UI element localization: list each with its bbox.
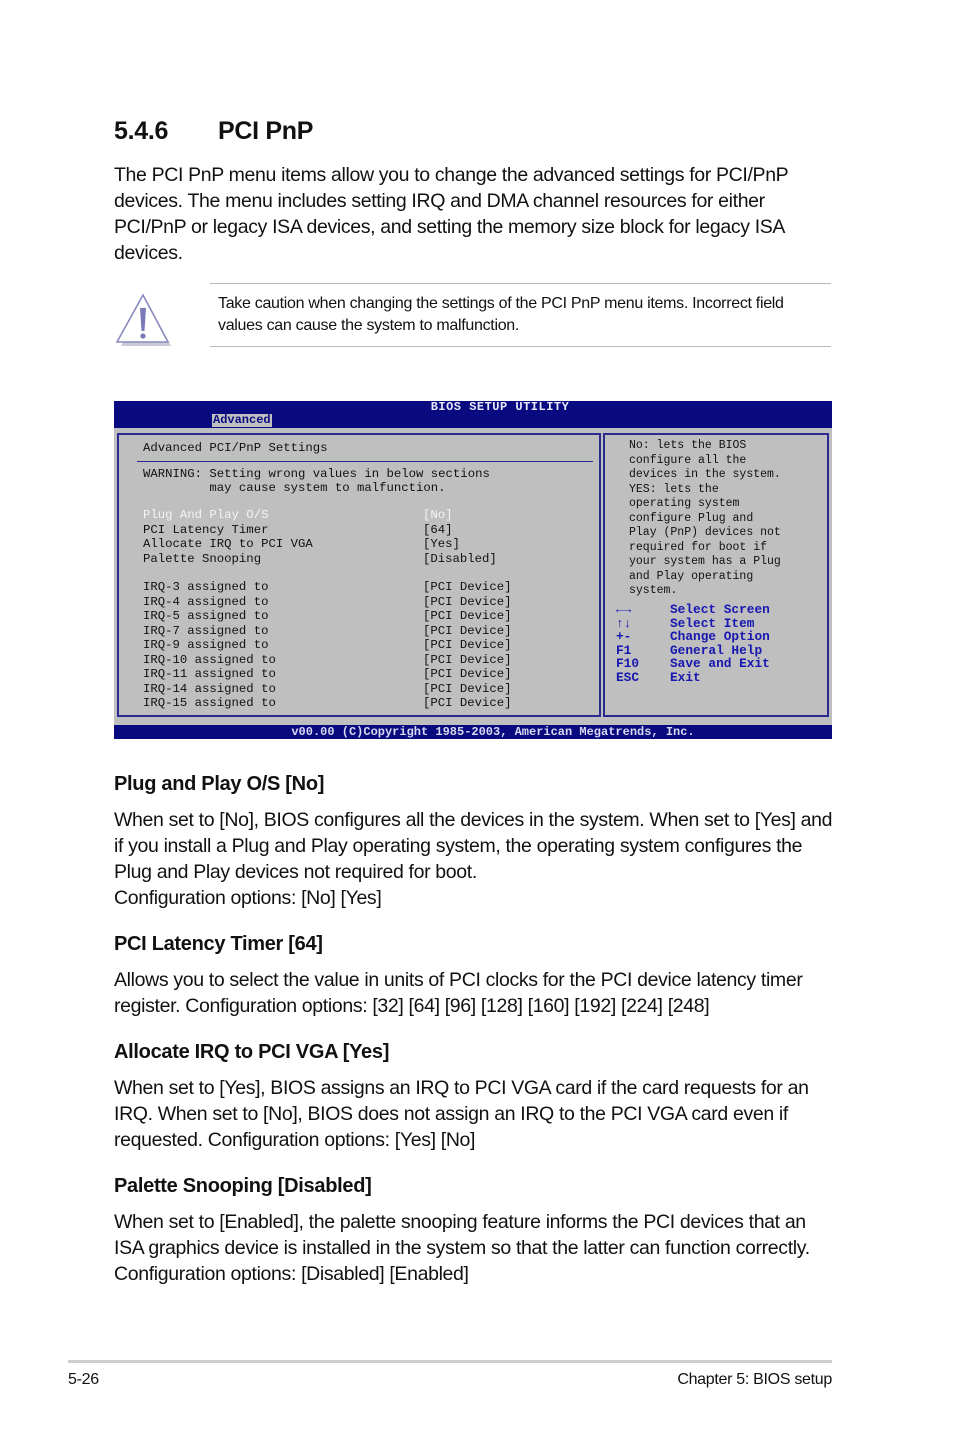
setting-value[interactable]: [Yes]	[423, 537, 460, 552]
item-body-palette-snooping: When set to [Enabled], the palette snoop…	[114, 1211, 810, 1285]
help-text-line: No: lets the BIOS	[629, 439, 747, 452]
setting-label: Allocate IRQ to PCI VGA	[143, 537, 313, 551]
help-text-line: devices in the system.	[629, 468, 781, 481]
help-text-line: system.	[629, 584, 678, 597]
section-number: 5.4.6	[114, 117, 169, 145]
bios-title-bar: BIOS SETUP UTILITY Advanced	[114, 401, 832, 428]
item-heading-palette-snooping: Palette Snooping [Disabled]	[114, 1175, 372, 1197]
section-title: PCI PnP	[218, 117, 314, 145]
help-text-line: required for boot if	[629, 540, 768, 554]
irq-value[interactable]: [PCI Device]	[423, 696, 512, 711]
tab-advanced[interactable]: Advanced	[212, 414, 272, 427]
irq-value[interactable]: [PCI Device]	[423, 580, 512, 595]
irq-label: IRQ-3 assigned to	[143, 580, 269, 594]
irq-value[interactable]: [PCI Device]	[423, 638, 512, 653]
footer-divider	[68, 1360, 832, 1363]
note-bottom-divider	[210, 346, 831, 347]
item-body-allocate-irq: When set to [Yes], BIOS assigns an IRQ t…	[114, 1077, 809, 1151]
key-glyph: ESC	[616, 670, 640, 685]
irq-label: IRQ-15 assigned to	[143, 696, 276, 710]
warning-line-1: WARNING: Setting wrong values in below s…	[143, 467, 490, 481]
item-body-plug-and-play: When set to [No], BIOS configures all th…	[114, 807, 836, 911]
chapter-label: Chapter 5: BIOS setup	[677, 1371, 832, 1388]
setting-label: Plug And Play O/S	[143, 508, 269, 522]
setting-label: Palette Snooping	[143, 551, 262, 566]
help-text-line: configure all the	[629, 453, 747, 467]
irq-value[interactable]: [PCI Device]	[423, 682, 512, 697]
intro-paragraph: The PCI PnP menu items allow you to chan…	[114, 164, 788, 264]
item-options-text: Configuration options: [No] [Yes]	[114, 887, 382, 909]
irq-value[interactable]: [PCI Device]	[423, 667, 512, 682]
item-heading-allocate-irq: Allocate IRQ to PCI VGA [Yes]	[114, 1041, 390, 1063]
help-text-line: and Play operating	[629, 569, 754, 583]
irq-label: IRQ-5 assigned to	[143, 609, 269, 623]
irq-label: IRQ-10 assigned to	[143, 652, 276, 667]
warning-triangle-icon	[113, 291, 173, 349]
irq-label: IRQ-9 assigned to	[143, 638, 269, 652]
item-body-text: When set to [No], BIOS configures all th…	[114, 809, 833, 883]
setting-value[interactable]: [No]	[423, 508, 453, 523]
item-heading-pci-latency: PCI Latency Timer [64]	[114, 933, 323, 955]
note-top-divider	[210, 283, 831, 284]
bios-help-pane: No: lets the BIOS configure all the device…	[603, 433, 829, 717]
irq-value[interactable]: [PCI Device]	[423, 653, 512, 668]
key-action: Exit	[670, 670, 701, 685]
bios-settings-pane: Advanced PCI/PnP Settings WARNING: Setti…	[117, 433, 601, 717]
bios-title: BIOS SETUP UTILITY	[430, 400, 570, 414]
help-text-line: operating system	[629, 497, 740, 510]
bios-screen: BIOS SETUP UTILITY Advanced Advanced PCI…	[114, 401, 832, 739]
bios-copyright-bar: v00.00 (C)Copyright 1985-2003, American …	[114, 725, 832, 739]
irq-label: IRQ-7 assigned to	[143, 623, 269, 638]
help-text-line: your system has a Plug	[629, 555, 781, 568]
panel-divider	[137, 461, 593, 462]
caution-text: Take caution when changing the settings …	[218, 295, 784, 334]
irq-label: IRQ-11 assigned to	[143, 667, 276, 681]
section-heading: 5.4.6 PCI PnP	[114, 117, 313, 146]
irq-label: IRQ-4 assigned to	[143, 594, 269, 609]
setting-label: PCI Latency Timer	[143, 522, 269, 537]
irq-label: IRQ-14 assigned to	[143, 681, 276, 696]
help-text-line: YES: lets the	[629, 482, 719, 496]
irq-value[interactable]: [PCI Device]	[423, 609, 512, 624]
page-number: 5-26	[68, 1371, 99, 1388]
help-text-line: configure Plug and	[629, 511, 754, 525]
panel-title: Advanced PCI/PnP Settings	[143, 441, 328, 455]
item-body-pci-latency: Allows you to select the value in units …	[114, 969, 803, 1017]
warning-line-2: may cause system to malfunction.	[143, 481, 446, 495]
irq-value[interactable]: [PCI Device]	[423, 595, 512, 610]
setting-value[interactable]: [64]	[423, 523, 453, 538]
setting-value[interactable]: [Disabled]	[423, 552, 497, 567]
help-text-line: Play (PnP) devices not	[629, 526, 781, 539]
item-heading-plug-and-play: Plug and Play O/S [No]	[114, 773, 325, 795]
irq-value[interactable]: [PCI Device]	[423, 624, 512, 639]
